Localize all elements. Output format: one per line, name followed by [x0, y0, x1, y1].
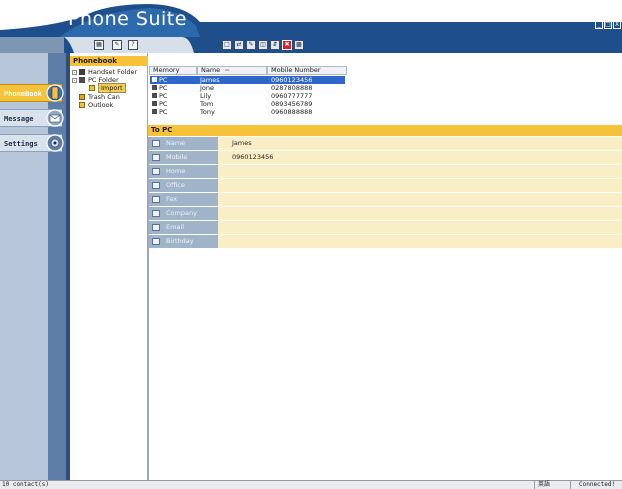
delete-icon[interactable]: ✖: [282, 40, 292, 50]
help-icon[interactable]: ?: [128, 40, 138, 50]
column-header-memory[interactable]: Memory: [149, 66, 197, 75]
company-field[interactable]: [218, 207, 622, 220]
person-icon: [152, 140, 160, 147]
collapse-icon[interactable]: -: [72, 78, 77, 83]
email-field[interactable]: [218, 221, 622, 234]
expand-icon[interactable]: -: [72, 70, 77, 75]
nav-tab-settings[interactable]: Settings: [0, 134, 64, 152]
nav-tab-phonebook-label: PhoneBook: [4, 90, 42, 98]
list-row[interactable]: PC Jone 0287808888: [150, 84, 345, 92]
pc-icon: [152, 109, 157, 114]
field-row-birthday: Birthday: [149, 235, 622, 249]
status-bar: 10 contact(s) 英語 Connected!: [0, 480, 622, 489]
title-bar: Phone Suite _ □ X: [0, 0, 622, 37]
contact-count: 10 contact(s): [2, 481, 49, 488]
company-icon: [152, 210, 160, 217]
column-header-name-label: Name: [201, 66, 221, 74]
detail-header: To PC: [148, 125, 622, 136]
save-icon[interactable]: ▦: [94, 40, 104, 50]
home-icon: [152, 168, 160, 175]
toolbar-left-segment: [0, 37, 64, 53]
tree-item-import[interactable]: Import: [89, 83, 126, 93]
sync-icon[interactable]: ⇵: [270, 40, 280, 50]
field-row-company: Company: [149, 207, 622, 221]
field-row-email: Email: [149, 221, 622, 235]
new-contact-icon[interactable]: □: [222, 40, 232, 50]
edit-icon[interactable]: ✎: [112, 40, 122, 50]
home-field[interactable]: [218, 165, 622, 178]
gear-icon: [46, 134, 64, 152]
phone-icon: [46, 84, 64, 102]
field-row-home: Home: [149, 165, 622, 179]
minimize-button[interactable]: _: [595, 21, 603, 29]
list-row[interactable]: PC Lily 0960777777: [150, 92, 345, 100]
field-row-office: Office: [149, 179, 622, 193]
birthday-field[interactable]: [218, 235, 622, 248]
field-row-mobile: Mobile 0960123456: [149, 151, 622, 165]
field-label-company: Company: [149, 207, 218, 220]
list-row[interactable]: PC Tom 0893456789: [150, 100, 345, 108]
folder-icon: [89, 85, 95, 91]
field-label-birthday: Birthday: [149, 235, 218, 248]
folder-tree-panel: [70, 53, 148, 480]
nav-tab-message[interactable]: Message: [0, 109, 64, 127]
nav-tab-phonebook[interactable]: PhoneBook: [0, 84, 64, 102]
calendar-icon: [152, 238, 160, 245]
office-field[interactable]: [218, 179, 622, 192]
tree-item-handset-folder[interactable]: - Handset Folder: [72, 68, 137, 76]
office-icon: [152, 182, 160, 189]
column-header-name[interactable]: Name ═: [197, 66, 267, 75]
column-header-mobile-number[interactable]: Mobile Number: [267, 66, 347, 75]
nav-tab-message-label: Message: [4, 115, 34, 123]
close-button[interactable]: X: [613, 21, 621, 29]
list-row[interactable]: PC James 0960123456: [150, 76, 345, 84]
name-field[interactable]: James: [218, 137, 622, 150]
tree-item-outlook[interactable]: Outlook: [79, 101, 113, 109]
sort-icon: ═: [225, 66, 230, 74]
field-row-fax: Fax: [149, 193, 622, 207]
import-icon[interactable]: ⇄: [234, 40, 244, 50]
field-label-office: Office: [149, 179, 218, 192]
list-row[interactable]: PC Tony 0960888888: [150, 108, 345, 116]
tree-item-trash-can[interactable]: Trash Can: [79, 93, 120, 101]
mobile-field[interactable]: 0960123456: [218, 151, 622, 164]
pc-icon: [152, 93, 157, 98]
envelope-icon: [46, 109, 64, 127]
field-label-email: Email: [149, 221, 218, 234]
edit-contact-icon[interactable]: ✎: [246, 40, 256, 50]
folder-icon: [79, 102, 85, 108]
field-label-mobile: Mobile: [149, 151, 218, 164]
fax-icon: [152, 196, 160, 203]
field-label-name: Name: [149, 137, 218, 150]
nav-tab-settings-label: Settings: [4, 140, 38, 148]
trash-icon: [79, 94, 85, 100]
connection-status: Connected!: [570, 481, 622, 489]
copy-icon[interactable]: ◫: [258, 40, 268, 50]
pc-icon: [79, 77, 85, 83]
email-icon: [152, 224, 160, 231]
app-title: Phone Suite: [68, 8, 187, 30]
field-label-home: Home: [149, 165, 218, 178]
input-mode: 英語: [534, 481, 562, 489]
fax-field[interactable]: [218, 193, 622, 206]
mobile-icon: [152, 154, 160, 161]
pc-icon: [152, 77, 157, 82]
handset-icon: [79, 69, 85, 75]
pc-icon: [152, 101, 157, 106]
field-row-name: Name James: [149, 137, 622, 151]
export-icon[interactable]: ▩: [294, 40, 304, 50]
maximize-button[interactable]: □: [604, 21, 612, 29]
field-label-fax: Fax: [149, 193, 218, 206]
tree-header: Phonebook: [70, 56, 148, 66]
pc-icon: [152, 85, 157, 90]
